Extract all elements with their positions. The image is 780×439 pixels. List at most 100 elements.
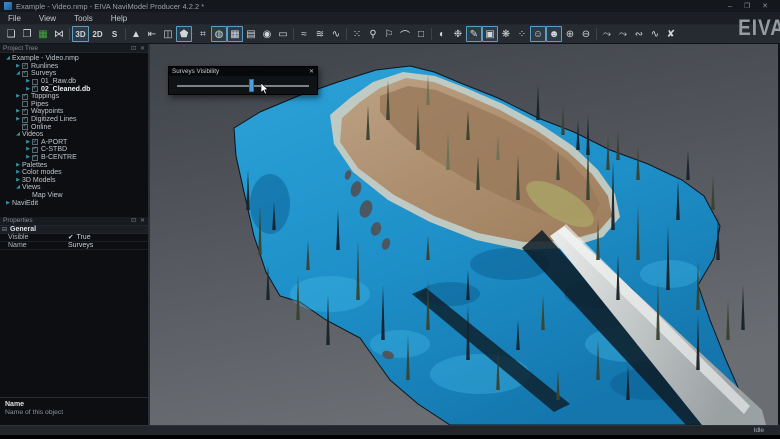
checkbox-checked[interactable]: ✓ <box>22 109 28 115</box>
tree-item-digitized-lines[interactable]: ▶✓Digitized Lines <box>0 116 148 124</box>
camera-icon[interactable]: ◉ <box>259 26 275 42</box>
checkbox-checked[interactable]: ✓ <box>22 124 28 130</box>
shaded-model-icon[interactable]: ⬟ <box>176 26 192 42</box>
tree-item-runlines[interactable]: ▶✓Runlines <box>0 63 148 71</box>
checkbox-checked[interactable]: ✓ <box>22 63 28 69</box>
point-remove-icon[interactable]: ⊖ <box>578 26 594 42</box>
chevron-collapsed-icon[interactable]: ▶ <box>14 109 22 114</box>
visibility-slider-handle[interactable] <box>249 79 254 92</box>
tree-item-views[interactable]: ◢Views <box>0 184 148 192</box>
contrast-icon[interactable]: ◐ <box>434 26 450 42</box>
profile-1-icon[interactable]: ≈ <box>296 26 312 42</box>
new-file-icon[interactable]: ❏ <box>3 26 19 42</box>
property-value[interactable]: Surveys <box>68 242 93 249</box>
chevron-collapsed-icon[interactable]: ▶ <box>24 79 32 84</box>
pointcloud-1-icon[interactable]: ☺ <box>530 26 546 42</box>
visibility-slider-track[interactable] <box>177 85 309 87</box>
tree-item-01-raw-db[interactable]: ▶01_Raw.db <box>0 78 148 86</box>
smooth-line-3-icon[interactable]: ∾ <box>631 26 647 42</box>
menu-item-file[interactable]: File <box>8 14 21 23</box>
tree-item-toppings[interactable]: ▶✓Toppings <box>0 93 148 101</box>
delete-points-icon[interactable]: ✘ <box>663 26 679 42</box>
open-project-icon[interactable]: ❐ <box>19 26 35 42</box>
dialog-close-icon[interactable]: ✕ <box>309 68 314 75</box>
tree-item-palettes[interactable]: ▶Palettes <box>0 161 148 169</box>
grid-icon[interactable]: ⌗ <box>195 26 211 42</box>
minimize-icon[interactable]: – <box>728 3 732 10</box>
close-icon[interactable]: ✕ <box>762 3 768 10</box>
view-3d-button[interactable]: 3D <box>72 26 89 42</box>
3d-viewport[interactable]: Surveys Visibility ✕ <box>150 44 778 425</box>
chevron-collapsed-icon[interactable]: ▶ <box>4 201 12 206</box>
checkbox-unchecked[interactable] <box>22 101 28 107</box>
profile-2-icon[interactable]: ≋ <box>312 26 328 42</box>
checkbox-checked[interactable]: ✓ <box>32 155 38 161</box>
tree-item-a-port[interactable]: ▶✓A-PORT <box>0 139 148 147</box>
import-view-icon[interactable]: ⇤ <box>144 26 160 42</box>
tree-item-3d-models[interactable]: ▶3D Models <box>0 177 148 185</box>
tree-item-c-stbd[interactable]: ▶✓C-STBD <box>0 146 148 154</box>
smooth-line-1-icon[interactable]: ⤳ <box>599 26 615 42</box>
dialog-title-bar[interactable]: Surveys Visibility ✕ <box>169 67 317 76</box>
globe-icon[interactable]: ◍ <box>211 26 227 42</box>
tree-item-surveys[interactable]: ◢✓Surveys <box>0 70 148 78</box>
chevron-collapsed-icon[interactable]: ▶ <box>24 155 32 160</box>
tree-item-02-cleaned-db[interactable]: ▶✓02_Cleaned.db <box>0 85 148 93</box>
pin-signal-icon[interactable]: ⚐ <box>381 26 397 42</box>
point-add-icon[interactable]: ⊕ <box>562 26 578 42</box>
property-value[interactable]: ✔True <box>68 233 91 241</box>
connect-icon[interactable]: ⋈ <box>51 26 67 42</box>
checkbox-checked[interactable]: ✓ <box>32 147 38 153</box>
chevron-expanded-icon[interactable]: ◢ <box>14 71 22 76</box>
chevron-collapsed-icon[interactable]: ▶ <box>14 94 22 99</box>
save-icon[interactable]: ▦ <box>35 26 51 42</box>
chevron-collapsed-icon[interactable]: ▶ <box>14 117 22 122</box>
pointcloud-2-icon[interactable]: ☻ <box>546 26 562 42</box>
tree-item-b-centre[interactable]: ▶✓B-CENTRE <box>0 154 148 162</box>
tree-item-waypoints[interactable]: ▶✓Waypoints <box>0 108 148 116</box>
tree-item-naviedit[interactable]: ▶NaviEdit <box>0 199 148 207</box>
checkbox-checked[interactable]: ✓ <box>22 94 28 100</box>
tree-item-color-modes[interactable]: ▶Color modes <box>0 169 148 177</box>
box-3d-icon[interactable]: ◫ <box>160 26 176 42</box>
property-row-name[interactable]: NameSurveys <box>0 242 148 250</box>
waypoint-pin-icon[interactable]: ⚲ <box>365 26 381 42</box>
palette-icon[interactable]: ❉ <box>450 26 466 42</box>
close-panel-icon[interactable]: ✕ <box>140 217 145 224</box>
checkbox-checked[interactable]: ✓ <box>22 71 28 77</box>
smooth-line-2-icon[interactable]: ⤳ <box>615 26 631 42</box>
checkbox-checked[interactable]: ✓ <box>32 139 38 145</box>
chevron-expanded-icon[interactable]: ◢ <box>14 132 22 137</box>
chevron-collapsed-icon[interactable]: ▶ <box>24 87 32 92</box>
menu-item-view[interactable]: View <box>39 14 56 23</box>
checkbox-checked[interactable]: ✓ <box>32 86 38 92</box>
image-icon[interactable]: ▤ <box>243 26 259 42</box>
checkbox-checked[interactable]: ✓ <box>22 117 28 123</box>
tree-item-pipes[interactable]: Pipes <box>0 101 148 109</box>
brush-edit-icon[interactable]: ✎ <box>466 26 482 42</box>
view-2d-button[interactable]: 2D <box>89 26 106 42</box>
rectangle-icon[interactable]: □ <box>413 26 429 42</box>
chevron-collapsed-icon[interactable]: ▶ <box>14 178 22 183</box>
pin-icon[interactable]: ⊡ <box>131 45 136 52</box>
fill-square-icon[interactable]: ▣ <box>482 26 498 42</box>
collapse-group-icon[interactable]: ⊟ <box>2 226 7 233</box>
pin-icon[interactable]: ⊡ <box>131 217 136 224</box>
chevron-expanded-icon[interactable]: ◢ <box>14 185 22 190</box>
tree-item-online[interactable]: ✓Online <box>0 123 148 131</box>
spline-icon[interactable]: ∿ <box>647 26 663 42</box>
tree-item-map-view[interactable]: Map View <box>0 192 148 200</box>
chevron-collapsed-icon[interactable]: ▶ <box>24 140 32 145</box>
close-panel-icon[interactable]: ✕ <box>140 45 145 52</box>
chevron-collapsed-icon[interactable]: ▶ <box>14 64 22 69</box>
tree-item-example-video-nmp[interactable]: ◢Example - Video.nmp <box>0 55 148 63</box>
menu-item-help[interactable]: Help <box>111 14 127 23</box>
spray-icon[interactable]: ❋ <box>498 26 514 42</box>
chevron-collapsed-icon[interactable]: ▶ <box>14 163 22 168</box>
route-points-icon[interactable]: ⁙ <box>349 26 365 42</box>
maximize-icon[interactable]: ❐ <box>744 3 750 10</box>
menu-item-tools[interactable]: Tools <box>74 14 93 23</box>
tree-item-videos[interactable]: ◢Videos <box>0 131 148 139</box>
ruler-icon[interactable]: ▭ <box>275 26 291 42</box>
property-row-visible[interactable]: Visible✔True <box>0 234 148 242</box>
